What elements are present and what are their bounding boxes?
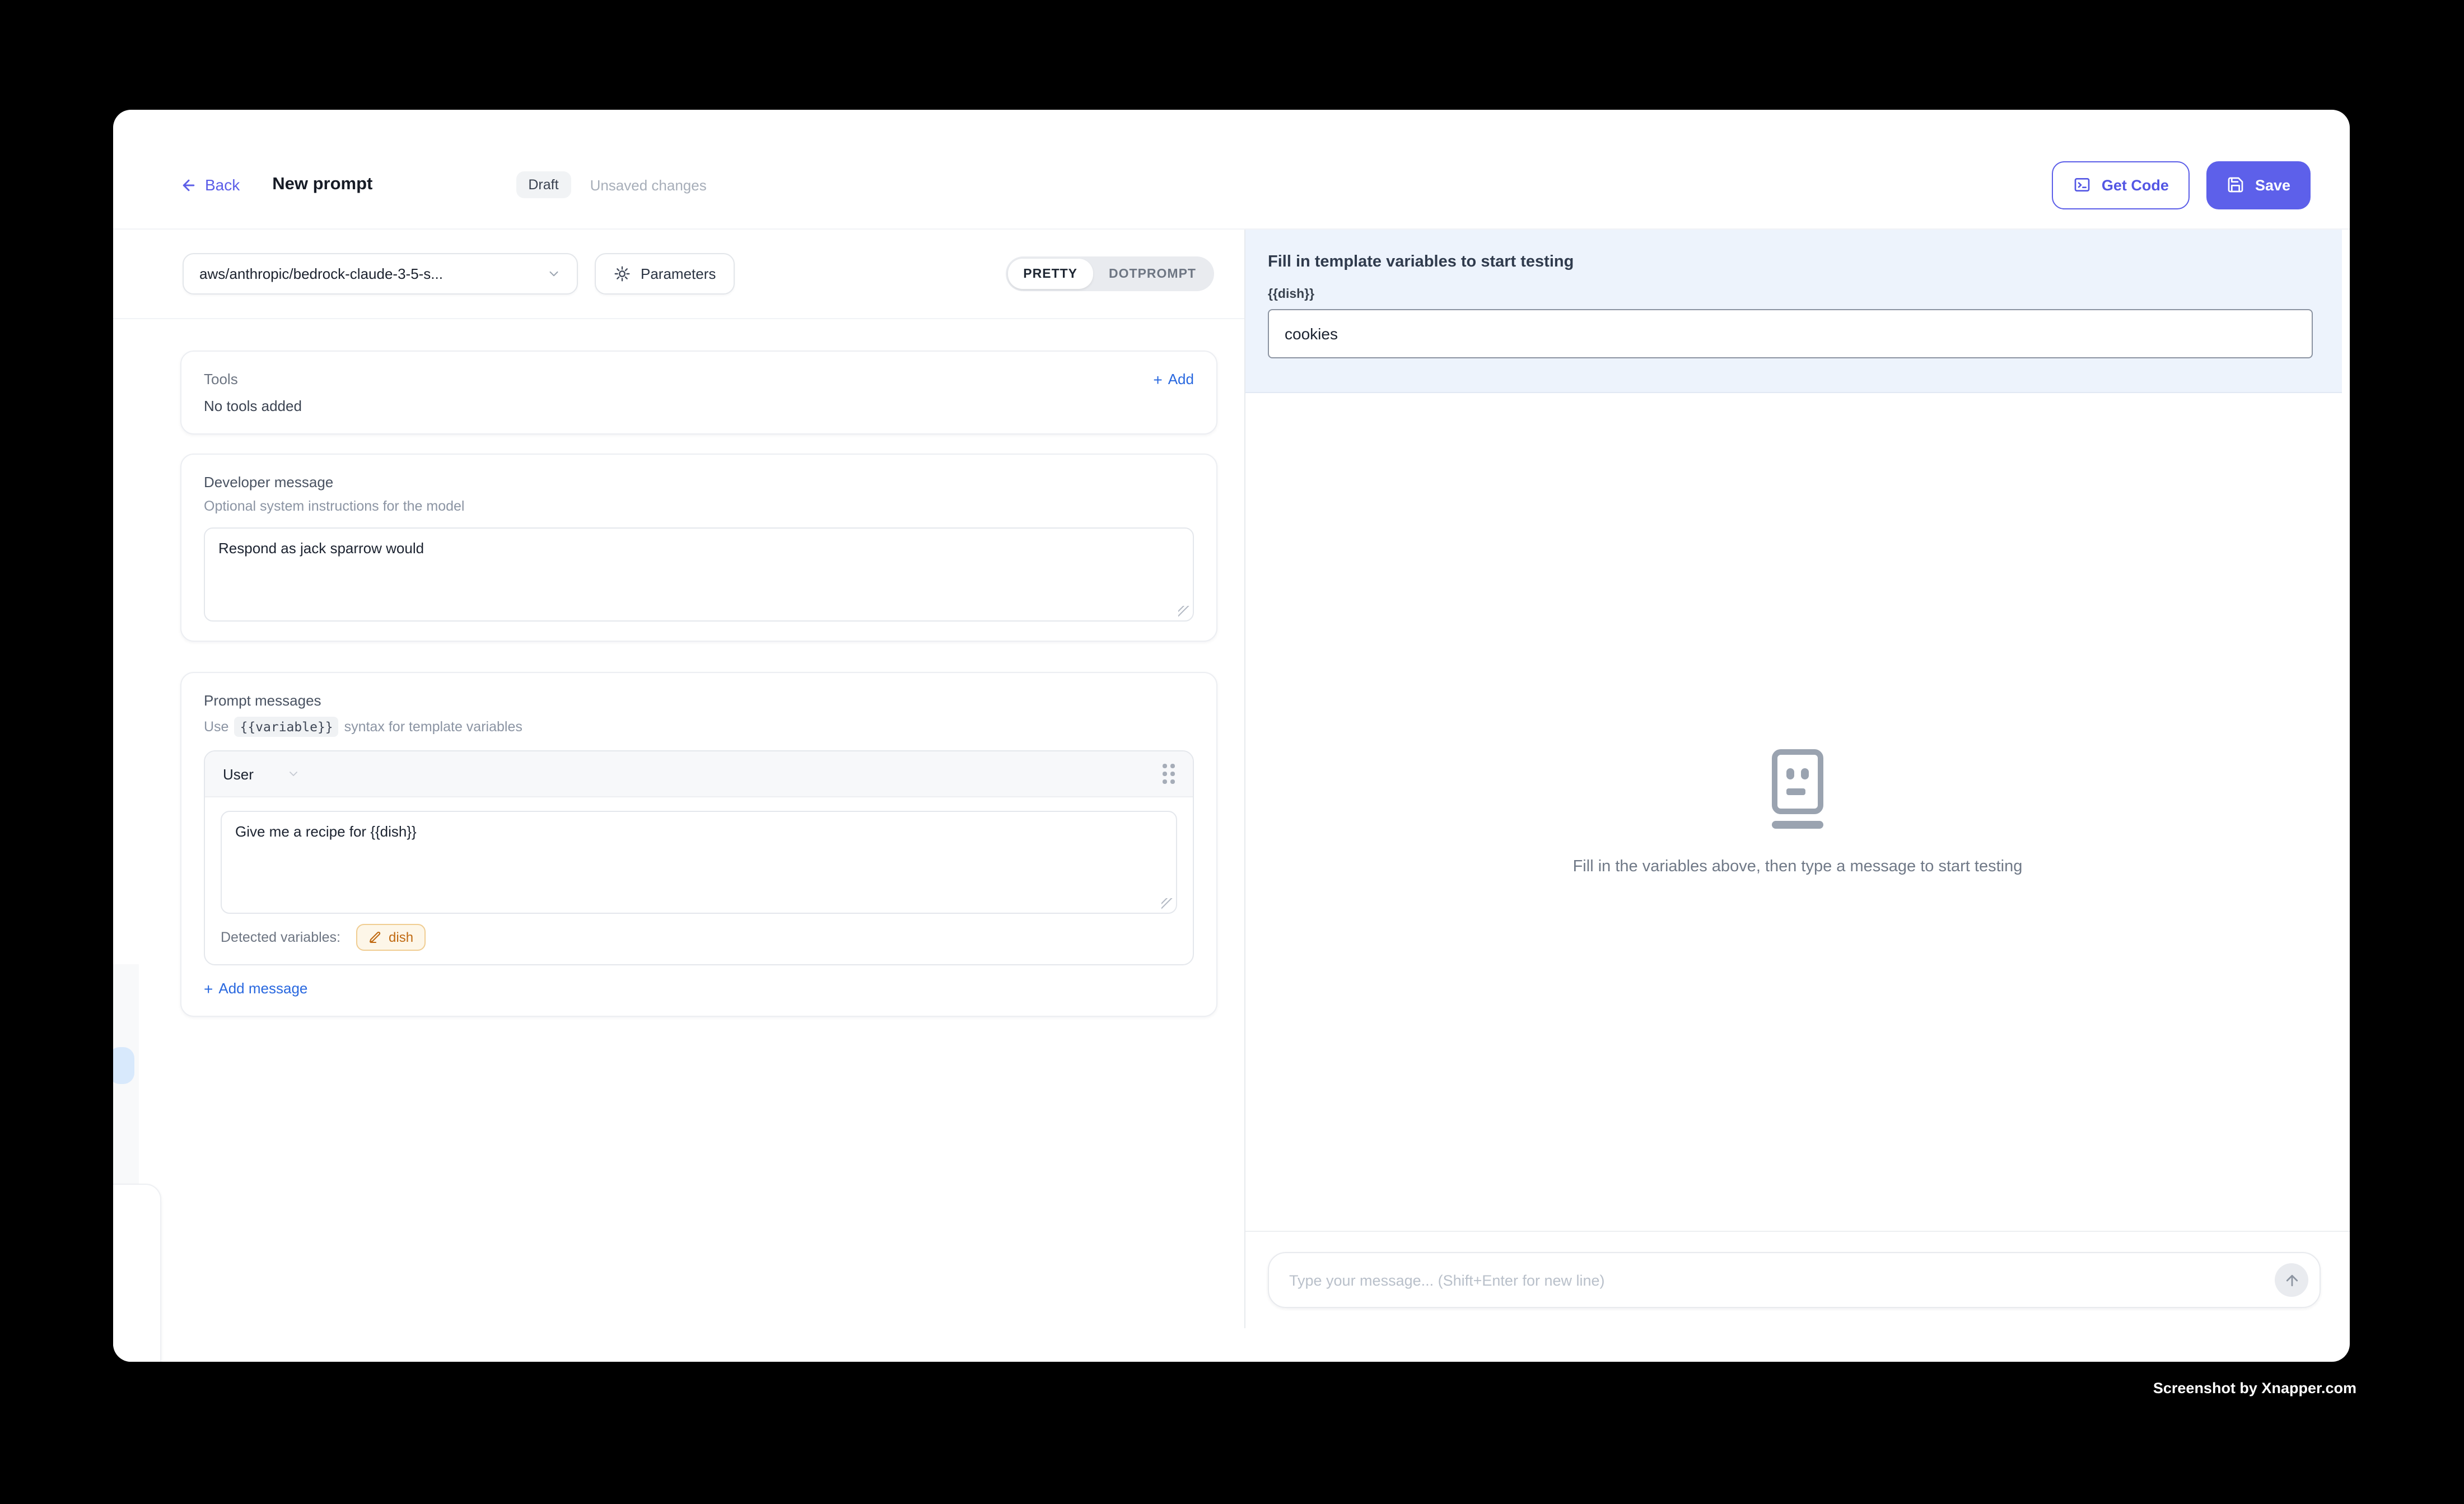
back-arrow-icon bbox=[180, 176, 197, 193]
header-bar: Back New prompt Draft Unsaved changes Ge… bbox=[113, 110, 2350, 230]
sidebar-active-item-fragment[interactable] bbox=[113, 1047, 134, 1084]
body-area: aws/anthropic/bedrock-claude-3-5-s... Pa… bbox=[113, 230, 2350, 1362]
status-badge: Draft bbox=[516, 171, 571, 198]
chat-input-row bbox=[1245, 1231, 2350, 1328]
robot-face-icon bbox=[1772, 749, 1823, 828]
toggle-dotprompt[interactable]: DOTPROMPT bbox=[1093, 259, 1212, 289]
save-floppy-icon bbox=[2227, 176, 2245, 194]
arrow-up-icon bbox=[2283, 1272, 2300, 1288]
prompt-messages-card: Prompt messages Use {{variable}} syntax … bbox=[180, 672, 1217, 1017]
dish-variable-input[interactable] bbox=[1268, 309, 2313, 358]
parameters-label: Parameters bbox=[641, 265, 716, 282]
message-content-input[interactable]: Give me a recipe for {{dish}} bbox=[221, 811, 1177, 914]
add-message-label: Add message bbox=[218, 980, 307, 997]
editor-toolbar: aws/anthropic/bedrock-claude-3-5-s... Pa… bbox=[113, 230, 1244, 319]
get-code-button[interactable]: Get Code bbox=[2052, 161, 2190, 209]
variable-name: dish bbox=[389, 930, 413, 945]
resize-grip-icon[interactable] bbox=[1161, 898, 1173, 909]
chat-message-input[interactable] bbox=[1287, 1271, 2275, 1290]
tools-empty-text: No tools added bbox=[204, 398, 1194, 414]
app-window: Back New prompt Draft Unsaved changes Ge… bbox=[113, 110, 2350, 1362]
add-message-button[interactable]: + Add message bbox=[204, 980, 1194, 997]
pencil-icon bbox=[368, 931, 382, 944]
model-selector-value: aws/anthropic/bedrock-claude-3-5-s... bbox=[199, 265, 443, 282]
unsaved-changes-text: Unsaved changes bbox=[590, 176, 707, 193]
save-button[interactable]: Save bbox=[2207, 161, 2311, 209]
message-body: Give me a recipe for {{dish}} Detected v… bbox=[205, 797, 1193, 964]
send-button[interactable] bbox=[2275, 1263, 2308, 1297]
editor-content: Tools + Add No tools added Developer mes… bbox=[113, 319, 1244, 1017]
back-button[interactable]: Back bbox=[180, 176, 240, 194]
chevron-down-icon bbox=[547, 267, 561, 281]
developer-message-input[interactable]: Respond as jack sparrow would bbox=[204, 527, 1194, 622]
plus-icon: + bbox=[204, 980, 213, 996]
variable-syntax-chip: {{variable}} bbox=[234, 717, 338, 737]
variable-badge-dish[interactable]: dish bbox=[356, 924, 426, 951]
terminal-icon bbox=[2074, 176, 2092, 194]
prompt-editor-pane: aws/anthropic/bedrock-claude-3-5-s... Pa… bbox=[113, 230, 1244, 1362]
template-variables-title: Fill in template variables to start test… bbox=[1268, 253, 2313, 271]
prompt-messages-title: Prompt messages bbox=[204, 692, 1194, 709]
model-selector[interactable]: aws/anthropic/bedrock-claude-3-5-s... bbox=[183, 253, 578, 295]
role-value: User bbox=[223, 765, 254, 782]
drag-handle-icon[interactable] bbox=[1163, 764, 1175, 784]
subtitle-prefix: Use bbox=[204, 719, 228, 735]
detected-variables-row: Detected variables: dish bbox=[221, 924, 1177, 951]
chat-empty-state: Fill in the variables above, then type a… bbox=[1245, 393, 2350, 1231]
role-selector[interactable]: User bbox=[223, 765, 301, 782]
tools-title: Tools bbox=[204, 371, 238, 387]
message-header: User bbox=[205, 751, 1193, 797]
subtitle-suffix: syntax for template variables bbox=[344, 719, 522, 735]
back-label: Back bbox=[205, 176, 240, 194]
message-block: User G bbox=[204, 750, 1194, 965]
sidebar-card-fragment bbox=[113, 1184, 161, 1362]
gear-icon bbox=[614, 265, 631, 282]
save-label: Save bbox=[2255, 176, 2290, 193]
chevron-down-icon bbox=[287, 767, 301, 781]
add-tool-button[interactable]: + Add bbox=[1153, 371, 1194, 387]
page-title: New prompt bbox=[272, 175, 372, 195]
dish-variable-label: {{dish}} bbox=[1268, 288, 2313, 301]
template-variables-panel: Fill in template variables to start test… bbox=[1245, 230, 2342, 393]
screenshot-canvas: Back New prompt Draft Unsaved changes Ge… bbox=[0, 0, 2464, 1504]
developer-message-card: Developer message Optional system instru… bbox=[180, 454, 1217, 642]
chat-input-box[interactable] bbox=[1268, 1252, 2321, 1308]
detected-variables-label: Detected variables: bbox=[221, 930, 340, 945]
resize-grip-icon[interactable] bbox=[1178, 606, 1189, 617]
test-pane: Fill in template variables to start test… bbox=[1244, 230, 2350, 1328]
plus-icon: + bbox=[1153, 371, 1162, 387]
developer-message-subtitle: Optional system instructions for the mod… bbox=[204, 498, 1194, 514]
view-mode-toggle: PRETTY DOTPROMPT bbox=[1005, 256, 1214, 291]
tools-card: Tools + Add No tools added bbox=[180, 351, 1217, 435]
add-tool-label: Add bbox=[1168, 371, 1194, 387]
watermark-text: Screenshot by Xnapper.com bbox=[2153, 1380, 2356, 1396]
developer-message-title: Developer message bbox=[204, 474, 1194, 491]
toggle-pretty[interactable]: PRETTY bbox=[1007, 259, 1093, 289]
empty-state-text: Fill in the variables above, then type a… bbox=[1573, 857, 2023, 875]
get-code-label: Get Code bbox=[2102, 176, 2169, 193]
parameters-button[interactable]: Parameters bbox=[595, 253, 735, 295]
